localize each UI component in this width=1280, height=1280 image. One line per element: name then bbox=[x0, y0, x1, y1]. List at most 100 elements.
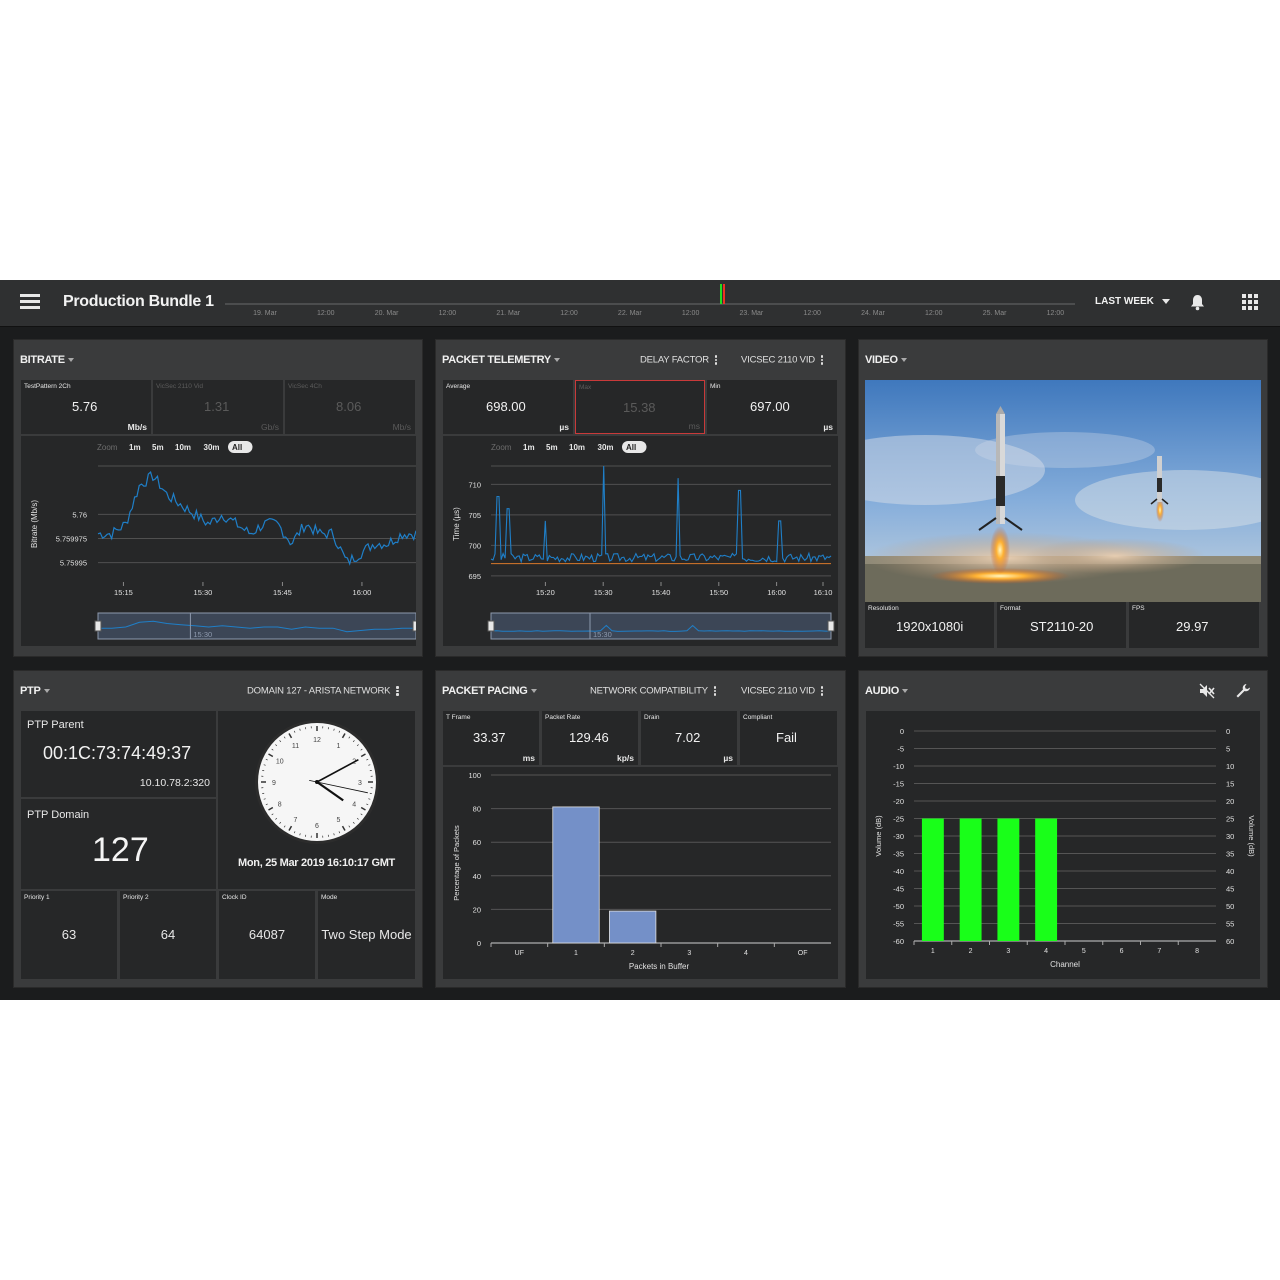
time-range-label: LAST WEEK bbox=[1095, 296, 1154, 307]
time-range-dropdown[interactable]: LAST WEEK bbox=[1095, 296, 1170, 307]
more-vertical-icon bbox=[714, 354, 718, 366]
ptp-title-dropdown[interactable]: PTP bbox=[20, 685, 50, 697]
timeline-tick-label: 24. Mar bbox=[861, 310, 885, 317]
card-value: ST2110-20 bbox=[1030, 619, 1094, 634]
telemetry-panel: PACKET TELEMETRY DELAY FACTOR VICSEC 211… bbox=[435, 339, 846, 657]
cell-label: Priority 1 bbox=[24, 894, 50, 901]
x-tick-label: 16:00 bbox=[767, 588, 786, 597]
panel-title: PACKET PACING bbox=[442, 685, 528, 697]
zoom-option-All: All bbox=[232, 443, 242, 452]
clock-number: 9 bbox=[272, 780, 276, 787]
pacing-panel: PACKET PACING NETWORK COMPATIBILITY VICS… bbox=[435, 670, 846, 988]
telemetry-card-min[interactable]: Min 697.00 µs bbox=[707, 380, 837, 434]
telemetry-card-average[interactable]: Average 698.00 µs bbox=[443, 380, 573, 434]
x-tick-label: 5 bbox=[1082, 948, 1086, 955]
timeline-tick-label: 25. Mar bbox=[982, 310, 1007, 317]
y-tick-label: 20 bbox=[473, 905, 481, 914]
panel-title: PACKET TELEMETRY bbox=[442, 354, 551, 366]
telemetry-chart[interactable]: Zoom 1m 5m 10m 30m All 710 705 700 695 Time (µs) 15… bbox=[443, 436, 838, 646]
video-card-format: Format ST2110-20 bbox=[997, 602, 1126, 648]
y-tick-label-left: -55 bbox=[893, 920, 904, 929]
telemetry-title-dropdown[interactable]: PACKET TELEMETRY bbox=[442, 354, 560, 366]
ptp-domain-value: 127 bbox=[92, 831, 149, 869]
bitrate-title-dropdown[interactable]: BITRATE bbox=[20, 354, 74, 366]
ptp-domain-menu[interactable]: DOMAIN 127 - ARISTA NETWORK bbox=[247, 685, 399, 697]
cell-label: Priority 2 bbox=[123, 894, 149, 901]
audio-panel: AUDIO 0 0 -5 5 -10 10 -15 15 -20 20 -25 25 -30 30 -35 3… bbox=[858, 670, 1268, 988]
dashboard: Production Bundle 1 19. Mar 12:00 20. Mar 1… bbox=[0, 280, 1280, 1000]
chevron-down-icon bbox=[67, 358, 74, 363]
chevron-down-icon bbox=[530, 689, 537, 694]
pacing-chart[interactable]: 100 80 60 40 20 0 Percentage of Packets UF 1 2 3 4 O… bbox=[443, 767, 838, 979]
menu-label: DELAY FACTOR bbox=[640, 354, 709, 366]
card-value: 7.02 bbox=[675, 730, 701, 745]
bitrate-card-testpattern[interactable]: TestPattern 2Ch 5.76 Mb/s bbox=[21, 380, 151, 434]
chevron-down-icon bbox=[43, 689, 50, 694]
y-tick-label-left: -60 bbox=[893, 937, 904, 946]
y-tick-label: 5.75995 bbox=[60, 559, 87, 568]
stream-select-menu[interactable]: VICSEC 2110 VID bbox=[741, 685, 824, 697]
card-label: VicSec 2110 Vid bbox=[156, 383, 203, 390]
y-tick-label: 5.759975 bbox=[56, 535, 87, 544]
ptp-mode-cell: Mode Two Step Mode bbox=[318, 891, 415, 979]
telemetry-card-max[interactable]: Max 15.38 ms bbox=[575, 380, 705, 434]
x-tick-label: 3 bbox=[1006, 948, 1010, 955]
audio-bar-channel-3 bbox=[997, 818, 1020, 941]
audio-chart[interactable]: 0 0-5 5-10 10-15 15-20 20-25 25-30 30-35 35-40 40… bbox=[866, 711, 1260, 979]
timeline-tick-label: 19. Mar bbox=[253, 310, 277, 317]
y-tick-label-right: 25 bbox=[1226, 815, 1234, 824]
timeline-tick-label: 12:00 bbox=[803, 310, 821, 317]
y-axis-label: Bitrate (Mb/s) bbox=[30, 500, 39, 548]
navigator-handle bbox=[412, 620, 416, 632]
apps-grid-icon[interactable] bbox=[1242, 294, 1258, 315]
cell-value: 64 bbox=[160, 927, 176, 942]
card-value: 5.76 bbox=[72, 399, 98, 414]
y-tick-label: 60 bbox=[473, 838, 481, 847]
audio-bar-channel-2 bbox=[959, 818, 982, 941]
panel-title: BITRATE bbox=[20, 354, 65, 366]
y-tick-label-right: 20 bbox=[1226, 797, 1234, 806]
y-tick-label-left: -45 bbox=[893, 885, 904, 894]
bell-icon[interactable] bbox=[1190, 294, 1205, 316]
zoom-option-5m: 5m bbox=[152, 443, 164, 452]
timeline-tick-label: 12:00 bbox=[1046, 310, 1065, 317]
card-label: Format bbox=[1000, 605, 1021, 612]
bitrate-card-vicsec-4ch[interactable]: VicSec 4Ch 8.06 Mb/s bbox=[285, 380, 415, 434]
delay-factor-menu[interactable]: DELAY FACTOR bbox=[640, 354, 718, 366]
hamburger-menu-icon[interactable] bbox=[20, 294, 40, 310]
speaker-mute-icon[interactable] bbox=[1199, 683, 1215, 704]
card-value: 8.06 bbox=[336, 399, 362, 414]
chevron-down-icon bbox=[1161, 298, 1170, 304]
card-label: T Frame bbox=[446, 714, 471, 721]
navigator-handle bbox=[827, 620, 835, 632]
x-tick-label: 6 bbox=[1120, 948, 1124, 955]
menu-label: NETWORK COMPATIBILITY bbox=[590, 685, 708, 697]
y-axis-label: Time (µs) bbox=[452, 507, 461, 541]
card-value: 1920x1080i bbox=[896, 619, 964, 634]
y-tick-label: 710 bbox=[468, 480, 481, 489]
audio-title-dropdown[interactable]: AUDIO bbox=[865, 685, 908, 697]
x-axis-label: Packets in Buffer bbox=[629, 962, 690, 971]
timeline-scrubber[interactable]: 19. Mar 12:00 20. Mar 12:00 21. Mar 12:00 22. … bbox=[225, 280, 1075, 326]
y-tick-label-right: 45 bbox=[1226, 885, 1234, 894]
y-tick-label-right: 55 bbox=[1226, 920, 1234, 929]
card-value: 697.00 bbox=[750, 399, 790, 414]
bitrate-card-vicsec-vid[interactable]: VicSec 2110 Vid 1.31 Gb/s bbox=[153, 380, 283, 434]
timeline-tick-label: 20. Mar bbox=[374, 310, 399, 317]
video-title-dropdown[interactable]: VIDEO bbox=[865, 354, 907, 366]
ptp-priority2-cell: Priority 2 64 bbox=[120, 891, 216, 979]
video-card-resolution: Resolution 1920x1080i bbox=[865, 602, 994, 648]
chevron-down-icon bbox=[901, 689, 908, 694]
y-tick-label: 40 bbox=[473, 872, 481, 881]
network-compatibility-menu[interactable]: NETWORK COMPATIBILITY bbox=[590, 685, 717, 697]
bitrate-chart[interactable]: Zoom 1m 5m 10m 30m All 5.76 5.759975 5.75995 Bitr… bbox=[21, 436, 416, 646]
wrench-icon[interactable] bbox=[1235, 683, 1251, 704]
page-title: Production Bundle 1 bbox=[63, 293, 214, 310]
y-axis-label: Percentage of Packets bbox=[452, 825, 461, 901]
clock-number: 10 bbox=[276, 759, 284, 766]
video-preview[interactable] bbox=[865, 380, 1261, 602]
pacing-title-dropdown[interactable]: PACKET PACING bbox=[442, 685, 537, 697]
x-tick-label: 4 bbox=[744, 950, 748, 957]
x-tick-label: 2 bbox=[631, 950, 635, 957]
stream-select-menu[interactable]: VICSEC 2110 VID bbox=[741, 354, 824, 366]
